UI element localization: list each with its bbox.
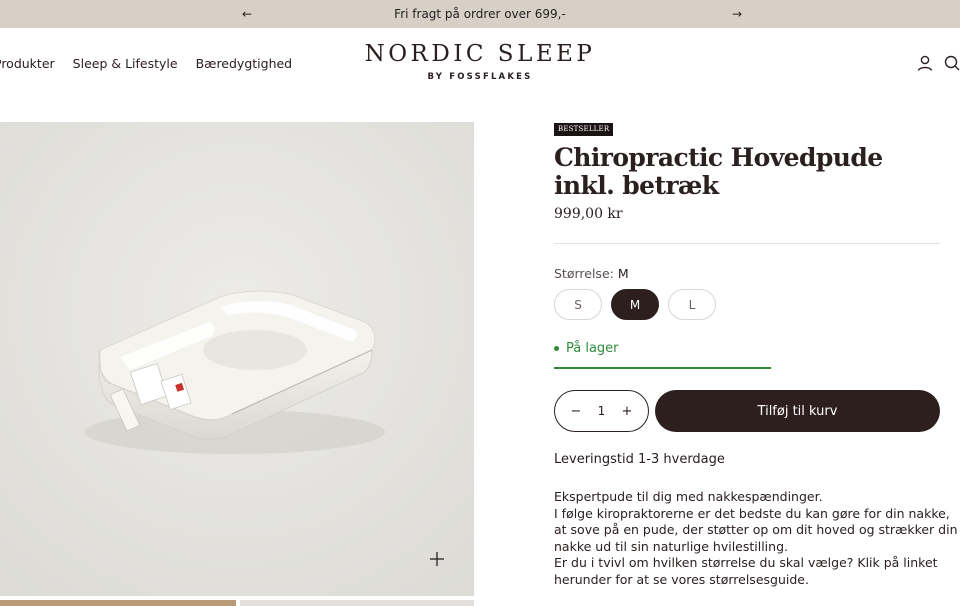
pillow-illustration (0, 122, 474, 596)
stock-status-text: På lager (566, 341, 619, 356)
product-title: Chiropractic Hovedpude inkl. betræk (554, 143, 883, 200)
delivery-time: Leveringstid 1-3 hverdage (554, 452, 725, 467)
quantity-increase-button[interactable]: + (620, 404, 634, 419)
selected-size-value: M (617, 266, 629, 281)
quantity-stepper: − 1 + (554, 390, 649, 432)
size-option-l[interactable]: L (668, 289, 716, 320)
thumbnail-2[interactable] (240, 600, 474, 606)
previous-announcement-arrow-icon[interactable]: ← (235, 0, 259, 28)
description-line: Ekspertpude til dig med nakkespændinger. (554, 489, 823, 504)
description-line: Er du i tvivl om hvilken størrelse du sk… (554, 555, 938, 570)
product-description: Ekspertpude til dig med nakkespændinger.… (554, 489, 958, 588)
stock-level-bar (554, 367, 771, 369)
thumbnail-1[interactable] (0, 600, 236, 606)
bestseller-badge: BESTSELLER (554, 123, 614, 136)
description-line: nakke ud til sin naturlige hvilestilling… (554, 538, 788, 554)
quantity-value[interactable]: 1 (598, 404, 606, 418)
zoom-plus-icon[interactable] (429, 551, 445, 567)
product-price: 999,00 kr (554, 206, 623, 222)
search-icon[interactable] (943, 54, 960, 72)
main-navigation: Produkter Sleep & Lifestyle Bæredygtighe… (0, 56, 310, 71)
description-line: herunder for at se vores størrelsesguide… (554, 571, 809, 587)
quantity-decrease-button[interactable]: − (569, 404, 583, 419)
description-line: I følge kiropraktorerne er det bedste du… (554, 505, 950, 521)
account-icon[interactable] (916, 54, 934, 72)
logo-subtitle: BY FOSSFLAKES (427, 72, 533, 82)
nav-link-sleep-lifestyle[interactable]: Sleep & Lifestyle (73, 56, 178, 71)
divider (554, 243, 940, 244)
nav-link-baeredygtighed[interactable]: Bæredygtighed (196, 56, 293, 71)
announcement-message: Fri fragt på ordrer over 699,- (394, 7, 566, 21)
size-label: Størrelse: M (554, 266, 629, 281)
description-line: at sove på en pude, der støtter op om di… (554, 522, 958, 537)
nav-link-produkter[interactable]: Produkter (0, 56, 55, 71)
product-image[interactable] (0, 122, 474, 596)
size-label-text: Størrelse: (554, 266, 614, 281)
size-option-s[interactable]: S (554, 289, 602, 320)
add-to-cart-button[interactable]: Tilføj til kurv (655, 390, 940, 432)
logo-wordmark: NORDIC SLEEP (364, 41, 596, 67)
announcement-bar: ← Fri fragt på ordrer over 699,- → (0, 0, 960, 28)
size-option-m[interactable]: M (611, 289, 659, 320)
stock-dot-icon (554, 346, 559, 351)
stock-status: På lager (554, 341, 619, 356)
next-announcement-arrow-icon[interactable]: → (725, 0, 749, 28)
thumbnail-strip (0, 600, 474, 606)
brand-logo[interactable]: NORDIC SLEEP BY FOSSFLAKES (350, 40, 610, 82)
